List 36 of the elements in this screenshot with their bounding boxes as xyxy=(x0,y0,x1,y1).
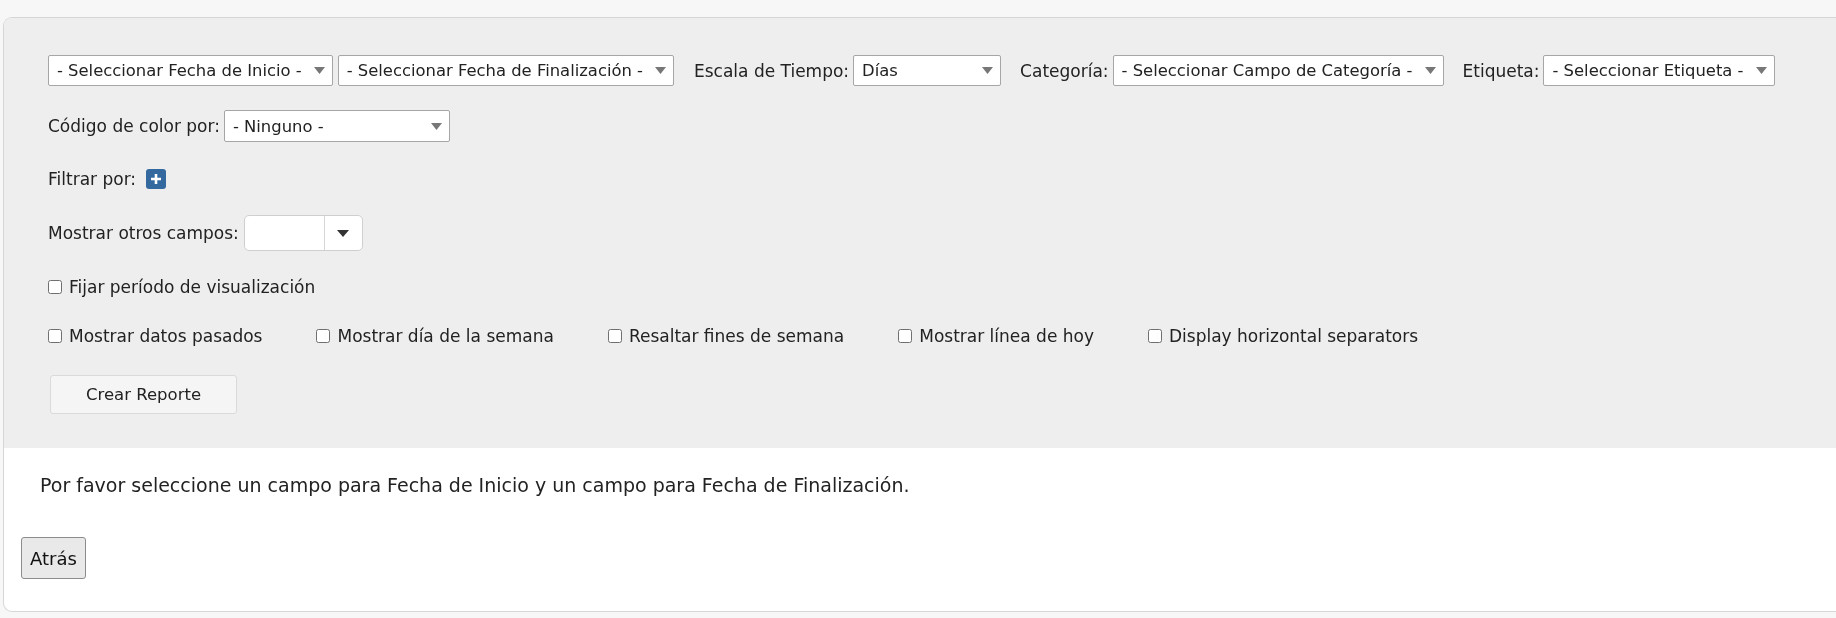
color-code-label: Código de color por: xyxy=(48,116,220,136)
tag-label: Etiqueta: xyxy=(1462,60,1540,81)
end-date-select[interactable]: - Seleccionar Fecha de Finalización - xyxy=(337,55,674,86)
caret-icon xyxy=(313,67,325,74)
other-fields-label: Mostrar otros campos: xyxy=(48,223,239,243)
checkbox-label[interactable]: Display horizontal separators xyxy=(1169,326,1419,346)
checkbox[interactable] xyxy=(48,329,62,343)
add-filter-icon[interactable] xyxy=(146,169,167,189)
checkbox[interactable] xyxy=(48,280,62,294)
caret-icon xyxy=(1424,67,1436,74)
time-scale-select[interactable]: Días xyxy=(853,55,1002,86)
caret-icon xyxy=(337,229,350,237)
time-scale-label: Escala de Tiempo: xyxy=(694,60,850,81)
info-message: Por favor seleccione un campo para Fecha de Inicio y un campo para Fecha de Finalización. xyxy=(40,473,911,497)
category-select[interactable]: - Seleccionar Campo de Categoría - xyxy=(1112,55,1444,86)
checkbox[interactable] xyxy=(607,329,622,343)
other-fields-select[interactable] xyxy=(243,215,363,251)
checkbox-label[interactable]: Mostrar datos pasados xyxy=(69,326,263,346)
create-report-button[interactable]: Crear Reporte xyxy=(50,375,237,414)
filter-label: Filtrar por: xyxy=(48,169,137,189)
checkbox-label[interactable]: Fijar período de visualización xyxy=(69,277,316,297)
category-label: Categoría: xyxy=(1020,60,1109,81)
caret-icon xyxy=(430,122,442,130)
color-code-select[interactable]: - Ninguno - xyxy=(223,110,450,142)
caret-icon xyxy=(1755,67,1767,74)
checkbox-label[interactable]: Resaltar fines de semana xyxy=(628,326,845,346)
checkbox-label[interactable]: Mostrar línea de hoy xyxy=(919,326,1094,346)
checkbox[interactable] xyxy=(1148,329,1162,343)
back-button[interactable]: Atrás xyxy=(21,537,86,579)
checkbox[interactable] xyxy=(898,329,913,343)
caret-icon xyxy=(982,67,994,74)
checkbox-label[interactable]: Mostrar día de la semana xyxy=(337,326,554,346)
caret-icon xyxy=(655,67,666,74)
tag-select[interactable]: - Seleccionar Etiqueta - xyxy=(1543,55,1775,86)
checkbox[interactable] xyxy=(316,329,331,343)
start-date-select[interactable]: - Seleccionar Fecha de Inicio - xyxy=(48,55,333,86)
